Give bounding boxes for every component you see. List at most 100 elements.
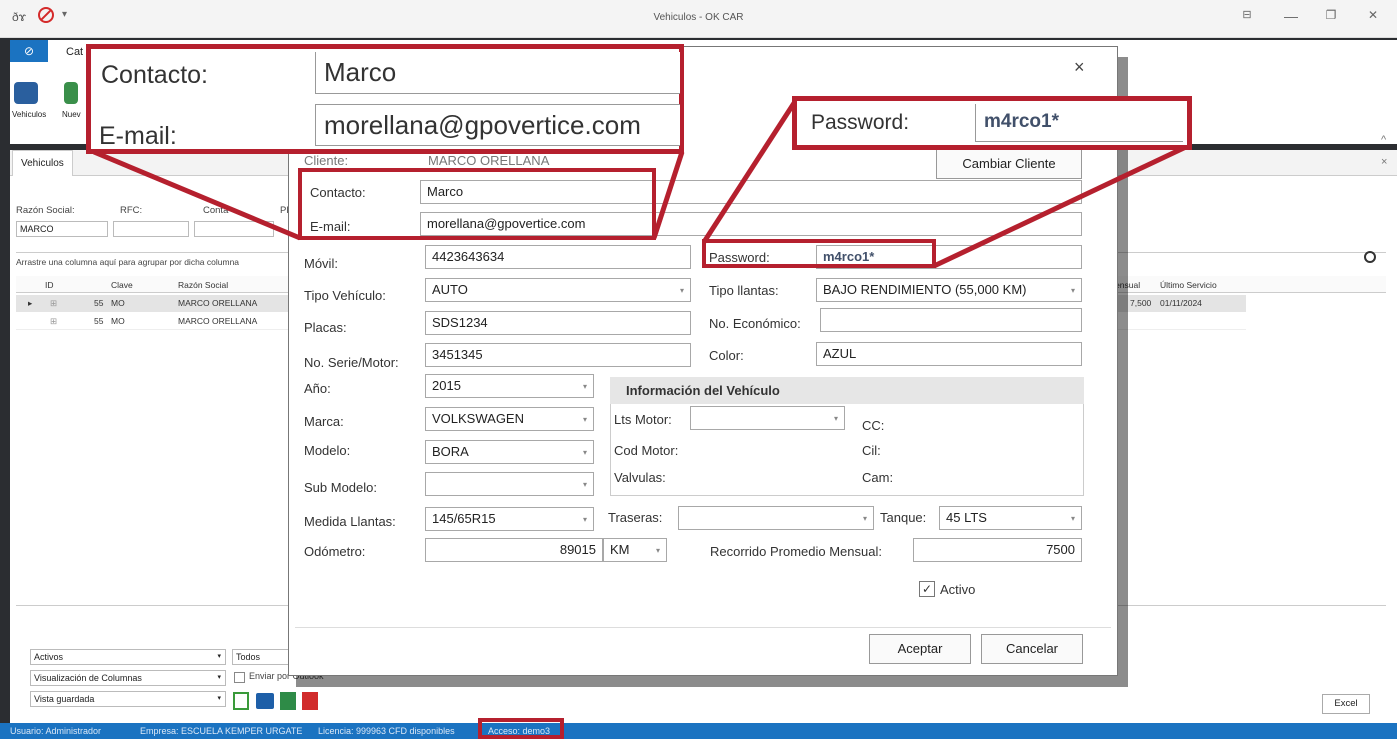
contact-email-callout: Contacto: Marco E-mail: morellana@gpover…	[86, 44, 684, 154]
chevron-down-icon: ▾	[679, 286, 684, 295]
close-tab-icon[interactable]: ×	[1381, 156, 1387, 168]
restore-icon[interactable]: ⊟	[1232, 8, 1262, 21]
cell-mensual: 7,500	[1130, 298, 1152, 308]
tipo-vehiculo-select[interactable]: AUTO ▾	[425, 278, 691, 302]
new-document-icon[interactable]	[233, 692, 249, 710]
movil-field[interactable]: 4423643634	[425, 245, 691, 269]
col-header-razon[interactable]: Razón Social	[178, 280, 228, 290]
saved-view-select[interactable]: Vista guardada ▾	[30, 691, 226, 707]
collapse-ribbon-icon[interactable]: ^	[1381, 134, 1386, 146]
todos-select[interactable]: Todos	[232, 649, 292, 665]
color-label: Color:	[709, 348, 744, 363]
callout-email-value: morellana@gpovertice.com	[315, 104, 680, 146]
cell-razon: MARCO ORELLANA	[178, 298, 258, 308]
recorrido-field[interactable]: 7500	[913, 538, 1082, 562]
callout-password-label: Password:	[811, 111, 910, 134]
razon-social-filter[interactable]: MARCO	[16, 221, 108, 237]
password-callout: Password: m4rco1*	[792, 96, 1192, 150]
contacto-label: Contacto:	[310, 185, 366, 200]
status-acceso: Acceso: demo3	[488, 726, 551, 736]
status-filter-select[interactable]: Activos ▾	[30, 649, 226, 665]
cliente-value: MARCO ORELLANA	[428, 153, 550, 168]
enviar-outlook-checkbox[interactable]	[234, 672, 245, 683]
anio-select[interactable]: 2015 ▾	[425, 374, 594, 398]
excel-export-icon[interactable]	[280, 692, 296, 710]
new-vehicle-icon[interactable]	[64, 82, 78, 104]
cam-label: Cam:	[862, 470, 894, 485]
modelo-select[interactable]: BORA ▾	[425, 440, 594, 464]
cambiar-cliente-button[interactable]: Cambiar Cliente	[936, 149, 1082, 179]
serie-motor-label: No. Serie/Motor:	[304, 355, 399, 370]
marca-select[interactable]: VOLKSWAGEN ▾	[425, 407, 594, 431]
chevron-down-icon: ▾	[582, 448, 587, 457]
col-header-clave[interactable]: Clave	[111, 280, 133, 290]
recorrido-label: Recorrido Promedio Mensual:	[710, 544, 882, 559]
dialog-close-button[interactable]: ×	[1074, 57, 1085, 78]
print-icon[interactable]	[256, 693, 274, 709]
window-title: Vehiculos - OK CAR	[653, 12, 744, 23]
no-economico-label: No. Económico:	[709, 316, 801, 331]
submodelo-label: Sub Modelo:	[304, 480, 377, 495]
callout-contacto-value: Marco	[315, 52, 680, 94]
tab-vehiculos[interactable]: Vehiculos	[12, 150, 73, 176]
email-label: E-mail:	[310, 219, 351, 234]
chevron-down-icon: ▾	[217, 695, 221, 702]
minimize-button[interactable]: —	[1276, 8, 1306, 24]
activo-checkbox[interactable]: ✓	[919, 581, 935, 597]
tipo-llantas-select[interactable]: BAJO RENDIMIENTO (55,000 KM) ▾	[816, 278, 1082, 302]
razon-social-label: Razón Social:	[16, 205, 75, 216]
contacto-field[interactable]: Marco	[420, 180, 1082, 204]
serie-motor-field[interactable]: 3451345	[425, 343, 691, 367]
excel-button[interactable]: Excel	[1322, 694, 1370, 714]
rfc-filter[interactable]	[113, 221, 189, 237]
cil-label: Cil:	[862, 443, 881, 458]
app-menu-icon: ⊘	[23, 44, 35, 58]
color-field[interactable]: AZUL	[816, 342, 1082, 366]
medida-llantas-select[interactable]: 145/65R15 ▾	[425, 507, 594, 531]
placas-label: Placas:	[304, 320, 347, 335]
odometro-unit-select[interactable]: KM ▾	[603, 538, 667, 562]
ribbon-button-vehiculos[interactable]: Vehiculos	[12, 110, 46, 119]
col-header-ultimo[interactable]: Último Servicio	[1160, 280, 1217, 290]
activo-label: Activo	[940, 582, 976, 597]
email-field[interactable]: morellana@gpovertice.com	[420, 212, 1082, 236]
app-menu-button[interactable]: ⊘	[10, 40, 48, 62]
ribbon-button-nuevo[interactable]: Nuev	[62, 110, 81, 119]
submodelo-select[interactable]: ▾	[425, 472, 594, 496]
expand-icon[interactable]: ⊞	[50, 298, 57, 309]
column-visualization-select[interactable]: Visualización de Columnas ▾	[30, 670, 226, 686]
chevron-down-icon: ▾	[655, 546, 660, 555]
maximize-button[interactable]: ❐	[1316, 8, 1346, 22]
valvulas-label: Valvulas:	[614, 470, 666, 485]
car-icon[interactable]	[14, 82, 38, 104]
traseras-select[interactable]: ▾	[678, 506, 874, 530]
cod-motor-label: Cod Motor:	[614, 443, 679, 458]
aceptar-button[interactable]: Aceptar	[869, 634, 971, 664]
tanque-select[interactable]: 45 LTS ▾	[939, 506, 1082, 530]
lts-motor-select[interactable]: ▾	[690, 406, 845, 430]
no-economico-field[interactable]	[820, 308, 1082, 332]
odometro-field[interactable]: 89015	[425, 538, 603, 562]
dialog-footer-divider	[295, 627, 1111, 628]
modelo-label: Modelo:	[304, 443, 351, 458]
col-header-id[interactable]: ID	[45, 280, 54, 290]
cell-razon: MARCO ORELLANA	[178, 316, 258, 326]
close-button[interactable]: ✕	[1358, 8, 1388, 22]
expand-icon[interactable]: ⊞	[50, 316, 57, 327]
tipo-llantas-label: Tipo llantas:	[709, 283, 779, 298]
magnifier-icon[interactable]	[1364, 251, 1376, 263]
ribbon-tab-catalogos[interactable]: Cat	[66, 46, 83, 58]
chevron-down-icon: ▾	[582, 480, 587, 489]
cell-code: MO	[111, 316, 125, 326]
placas-field[interactable]: SDS1234	[425, 311, 691, 335]
cell-code: MO	[111, 298, 125, 308]
cancelar-button[interactable]: Cancelar	[981, 634, 1083, 664]
movil-label: Móvil:	[304, 256, 338, 271]
contacto-filter[interactable]	[194, 221, 274, 237]
callout-password-value: m4rco1*	[975, 104, 1183, 142]
title-bar: ðɤ ▾ Vehiculos - OK CAR ⊟ — ❐ ✕	[0, 0, 1397, 38]
vehicle-info-title: Información del Vehículo	[626, 383, 780, 398]
password-field[interactable]: m4rco1*	[816, 245, 1082, 269]
pdf-export-icon[interactable]	[302, 692, 318, 710]
callout-contacto-label: Contacto:	[101, 61, 209, 89]
